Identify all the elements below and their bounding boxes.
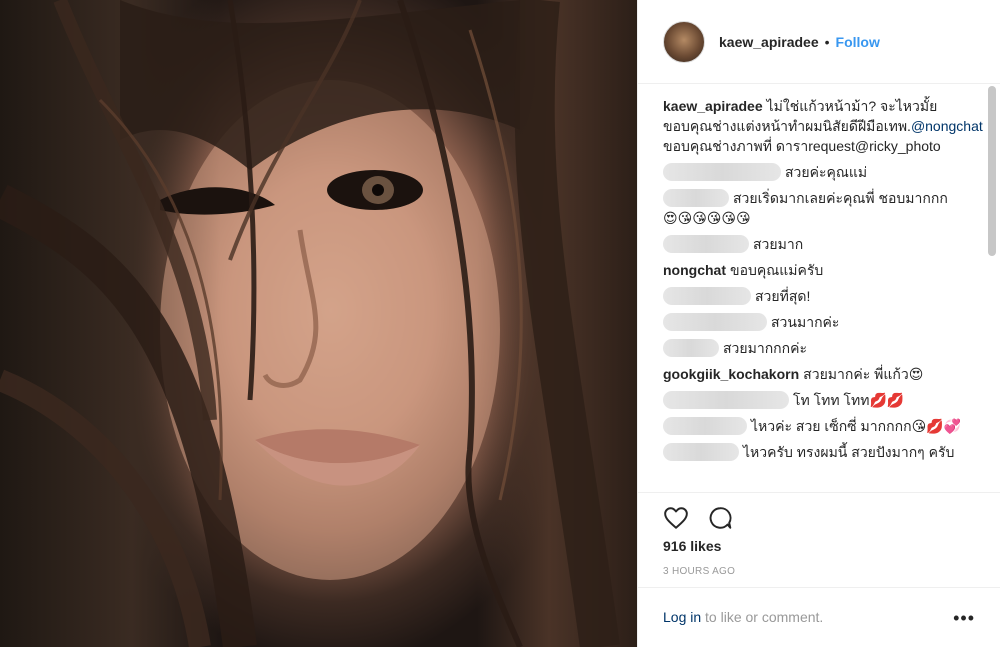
comment-text: ไหวครับ ทรงผมนี้ สวยปังมากๆ ครับ <box>743 444 955 460</box>
comment-item: สวยมาก <box>663 234 983 254</box>
login-link[interactable]: Log in <box>663 609 701 625</box>
comment-item: nongchat ขอบคุณแม่ครับ <box>663 260 983 280</box>
blurred-username <box>663 313 767 331</box>
blurred-username <box>663 235 749 253</box>
login-prompt-text: to like or comment. <box>701 609 824 625</box>
portrait-illustration <box>0 0 620 647</box>
comment-item: ไหวครับ ทรงผมนี้ สวยปังมากๆ ครับ <box>663 442 983 462</box>
comment-emojis: 💋💋 <box>869 392 905 408</box>
comment-text: สวยที่สุด! <box>755 288 811 304</box>
comment-emojis: 😍😘😘😘😘😘 <box>663 210 751 226</box>
username-link[interactable]: kaew_apiradee <box>719 34 819 50</box>
comment-item: gookgiik_kochakorn สวยมากค่ะ พี่แก้ว😍 <box>663 364 983 384</box>
comment-emojis: 😘💋💞 <box>911 418 962 434</box>
comments-list[interactable]: kaew_apiradee ไม่ใช่แก้วหน้าม้า? จะไหวมั้… <box>663 96 983 490</box>
caption-mention[interactable]: @nongchat <box>911 118 983 134</box>
action-icons <box>638 493 1000 535</box>
comment-text: สวยเริ่ดมากเลยค่ะคุณพี่ ชอบมากกก <box>733 190 948 206</box>
comment-text: สวยมากกกค่ะ <box>723 340 808 356</box>
blurred-username <box>663 189 729 207</box>
comments-scrollbar[interactable] <box>988 86 996 256</box>
comment-item: สวยที่สุด! <box>663 286 983 306</box>
comment-username[interactable]: nongchat <box>663 262 726 278</box>
blurred-username <box>663 443 739 461</box>
caption: kaew_apiradee ไม่ใช่แก้วหน้าม้า? จะไหวมั้… <box>663 96 983 156</box>
blurred-username <box>663 391 789 409</box>
comment-item: สวยเริ่ดมากเลยค่ะคุณพี่ ชอบมากกก 😍😘😘😘😘😘 <box>663 188 983 228</box>
blurred-username <box>663 339 719 357</box>
post-photo[interactable] <box>0 0 637 647</box>
caption-text-2: ขอบคุณช่างภาพที่ ดาราrequest@ricky_photo <box>663 138 941 154</box>
comment-text: สวยค่ะคุณแม่ <box>785 164 868 180</box>
post-side-panel: kaew_apiradee • Follow kaew_apiradee ไม่ใ… <box>637 0 1000 647</box>
blurred-username <box>663 163 781 181</box>
comment-text: ขอบคุณแม่ครับ <box>730 262 824 278</box>
comment-item: สวยมากกกค่ะ <box>663 338 983 358</box>
comment-text: โท โทท โทท <box>793 392 870 408</box>
heart-icon[interactable] <box>663 505 689 531</box>
comment-username[interactable]: gookgiik_kochakorn <box>663 366 799 382</box>
caption-username[interactable]: kaew_apiradee <box>663 98 763 114</box>
comment-item: โท โทท โทท💋💋 <box>663 390 983 410</box>
blurred-username <box>663 287 751 305</box>
blurred-username <box>663 417 747 435</box>
comment-emojis: 😍 <box>908 366 924 382</box>
post-header: kaew_apiradee • Follow <box>638 0 1000 84</box>
login-prompt: Log in to like or comment. ••• <box>638 587 1000 647</box>
likes-count[interactable]: 916 likes <box>663 538 721 554</box>
follow-button[interactable]: Follow <box>836 34 880 50</box>
comment-item: สวนมากค่ะ <box>663 312 983 332</box>
separator-dot: • <box>824 33 830 50</box>
comment-text: สวยมาก <box>753 236 804 252</box>
action-bar <box>638 492 1000 535</box>
avatar[interactable] <box>663 20 705 63</box>
comment-item: ไหวค่ะ สวย เซ็กซี่ มากกกก😘💋💞 <box>663 416 983 436</box>
comment-icon[interactable] <box>707 505 733 531</box>
comment-text: ไหวค่ะ สวย เซ็กซี่ มากกกก <box>751 418 912 434</box>
instagram-post: kaew_apiradee • Follow kaew_apiradee ไม่ใ… <box>0 0 1000 647</box>
comment-text: สวนมากค่ะ <box>771 314 840 330</box>
post-timestamp[interactable]: 3 HOURS AGO <box>663 566 735 577</box>
more-options-icon[interactable]: ••• <box>953 608 975 629</box>
comment-text: สวยมากค่ะ พี่แก้ว <box>803 366 909 382</box>
comment-item: สวยค่ะคุณแม่ <box>663 162 983 182</box>
